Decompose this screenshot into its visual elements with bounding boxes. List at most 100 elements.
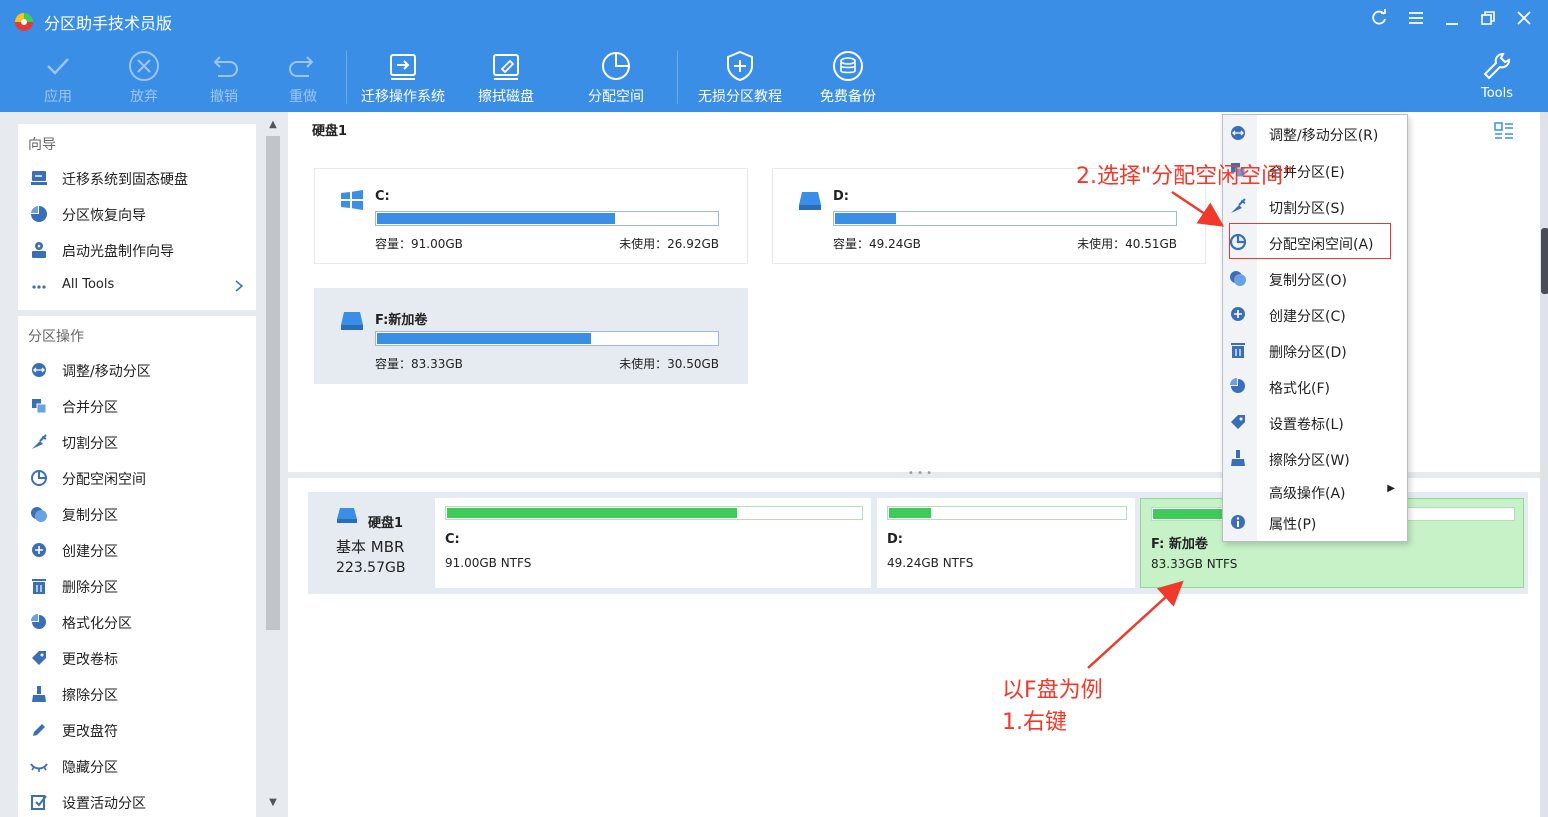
- sidebar-item-delete[interactable]: 删除分区: [30, 574, 250, 598]
- sidebar-item-merge[interactable]: 合并分区: [30, 394, 250, 418]
- sidebar-item-create[interactable]: 创建分区: [30, 538, 250, 562]
- close-icon[interactable]: [1511, 8, 1537, 34]
- sidebar-item-label: 分区恢复向导: [62, 208, 146, 224]
- partition-capacity: 容量：91.00GB: [375, 237, 463, 251]
- scrollbar-thumb[interactable]: [1541, 228, 1548, 294]
- apply-button[interactable]: 应用: [28, 42, 88, 112]
- sidebar-item-resize[interactable]: 调整/移动分区: [30, 358, 250, 382]
- free-backup-label: 免费备份: [820, 89, 876, 105]
- hide-icon: [30, 763, 48, 772]
- split-icon: [1231, 198, 1246, 213]
- pie-chart-icon: [602, 52, 630, 80]
- sidebar-item-split[interactable]: 切割分区: [30, 430, 250, 454]
- menu-item-wipe[interactable]: 擦除分区(W): [1223, 444, 1407, 472]
- sidebar-item-hide[interactable]: 隐藏分区: [30, 754, 250, 778]
- menu-item-properties[interactable]: 属性(P): [1223, 508, 1407, 536]
- wipe-disk-icon: [493, 54, 519, 80]
- toolbar-separator: [677, 50, 678, 104]
- menu-item-label: 格式化(F): [1269, 381, 1330, 397]
- sidebar-item-format[interactable]: 格式化分区: [30, 610, 250, 634]
- tools-button[interactable]: Tools: [1470, 42, 1524, 112]
- menu-item-advanced[interactable]: 高级操作(A) ▶: [1223, 477, 1407, 505]
- wrench-icon: [1483, 53, 1510, 80]
- sidebar-item-boot-disc[interactable]: 启动光盘制作向导: [30, 238, 250, 262]
- menu-item-copy[interactable]: 复制分区(O): [1223, 264, 1407, 292]
- menu-item-label: 删除分区(D): [1269, 345, 1347, 361]
- view-toggle-icon[interactable]: [1492, 120, 1516, 142]
- sidebar-scrollbar[interactable]: ▲ ▼: [263, 112, 283, 817]
- refresh-icon[interactable]: [1366, 8, 1392, 34]
- menu-item-split[interactable]: 切割分区(S): [1223, 192, 1407, 220]
- partition-free: 未使用：30.50GB: [619, 357, 719, 371]
- menu-item-format[interactable]: 格式化(F): [1223, 372, 1407, 400]
- free-backup-button[interactable]: 免费备份: [812, 42, 884, 112]
- disk-title: 硬盘1: [312, 124, 348, 139]
- menu-item-set-label[interactable]: 设置卷标(L): [1223, 408, 1407, 436]
- disk-size: 223.57GB: [336, 560, 406, 576]
- menu-item-label: 调整/移动分区(R): [1269, 128, 1379, 144]
- apply-label: 应用: [44, 89, 72, 105]
- lossless-tutorial-button[interactable]: 无损分区教程: [690, 42, 790, 112]
- undo-button[interactable]: 撤销: [194, 42, 254, 112]
- title-bar: 分区助手技术员版: [0, 0, 1548, 42]
- check-icon: [47, 58, 69, 75]
- partition-usage-bar: [833, 211, 1177, 226]
- minimize-icon[interactable]: [1439, 8, 1465, 34]
- restore-icon[interactable]: [1475, 8, 1501, 34]
- sidebar-item-partition-recovery[interactable]: 分区恢复向导: [30, 202, 250, 226]
- sidebar-item-label: 调整/移动分区: [62, 364, 151, 380]
- sidebar-item-label: 删除分区: [62, 580, 118, 596]
- menu-item-label: 切割分区(S): [1269, 201, 1345, 217]
- partition-card-c[interactable]: C: 容量：91.00GB 未使用：26.92GB: [314, 168, 748, 264]
- partition-usage-fill: [377, 213, 615, 224]
- migrate-os-label: 迁移操作系统: [361, 89, 445, 105]
- sidebar-item-label: 格式化分区: [62, 616, 132, 632]
- main-scrollbar[interactable]: [1540, 112, 1548, 817]
- wipe-disk-button[interactable]: 擦拭磁盘: [470, 42, 542, 112]
- format-icon: [31, 614, 46, 629]
- sidebar-item-drive-letter[interactable]: 更改盘符: [30, 718, 250, 742]
- discard-button[interactable]: 放弃: [114, 42, 174, 112]
- partition-free: 未使用：40.51GB: [1077, 237, 1177, 251]
- migrate-os-button[interactable]: 迁移操作系统: [356, 42, 450, 112]
- partition-filesystem: 83.33GB NTFS: [1151, 557, 1238, 571]
- menu-item-create[interactable]: 创建分区(C): [1223, 300, 1407, 328]
- disk-info[interactable]: 硬盘1 基本 MBR 223.57GB: [308, 492, 434, 594]
- toolbar: 应用 放弃 撤销 重做 迁移操作系统 擦拭磁盘 分配空间 无损分区教程 免费备份…: [0, 42, 1548, 112]
- menu-icon[interactable]: [1403, 8, 1429, 34]
- sidebar-item-allocate[interactable]: 分配空闲空间: [30, 466, 250, 490]
- partition-free: 未使用：26.92GB: [619, 237, 719, 251]
- scroll-down-icon[interactable]: ▼: [263, 794, 283, 812]
- copy-icon: [1230, 271, 1246, 286]
- partition-card-f[interactable]: F:新加卷 容量：83.33GB 未使用：30.50GB: [314, 288, 748, 384]
- undo-icon: [213, 56, 238, 77]
- sidebar-item-set-active[interactable]: 设置活动分区: [30, 790, 250, 814]
- partition-name: C:: [445, 532, 460, 547]
- sidebar-item-label: 启动光盘制作向导: [62, 244, 174, 260]
- sidebar-item-wipe[interactable]: 擦除分区: [30, 682, 250, 706]
- create-icon: [32, 543, 46, 557]
- menu-item-delete[interactable]: 删除分区(D): [1223, 336, 1407, 364]
- disk-name: 硬盘1: [368, 516, 404, 531]
- disk-map-partition-c[interactable]: C: 91.00GB NTFS: [435, 498, 871, 588]
- sidebar-item-migrate-ssd[interactable]: 迁移系统到固态硬盘: [30, 166, 250, 190]
- disk-map-partition-d[interactable]: D: 49.24GB NTFS: [877, 498, 1135, 588]
- shield-plus-icon: [727, 50, 753, 82]
- scroll-up-icon[interactable]: ▲: [263, 116, 283, 134]
- redo-button[interactable]: 重做: [273, 42, 333, 112]
- allocate-space-button[interactable]: 分配空间: [580, 42, 652, 112]
- annotation-step2: 2.选择"分配空闲空间": [1076, 164, 1294, 189]
- scrollbar-thumb[interactable]: [266, 136, 280, 630]
- app-logo-icon: [15, 13, 33, 31]
- menu-item-label: 设置卷标(L): [1269, 417, 1344, 433]
- sidebar-item-change-label[interactable]: 更改卷标: [30, 646, 250, 670]
- copy-icon: [31, 507, 47, 522]
- sidebar-item-all-tools[interactable]: All Tools: [30, 274, 250, 298]
- ops-title: 分区操作: [28, 329, 84, 345]
- partition-name: F: 新加卷: [1151, 537, 1208, 552]
- menu-item-resize[interactable]: 调整/移动分区(R): [1223, 119, 1407, 147]
- sidebar-item-label: 更改卷标: [62, 652, 118, 668]
- partition-filesystem: 49.24GB NTFS: [887, 556, 974, 570]
- sidebar-item-copy[interactable]: 复制分区: [30, 502, 250, 526]
- partition-name: D:: [887, 532, 903, 547]
